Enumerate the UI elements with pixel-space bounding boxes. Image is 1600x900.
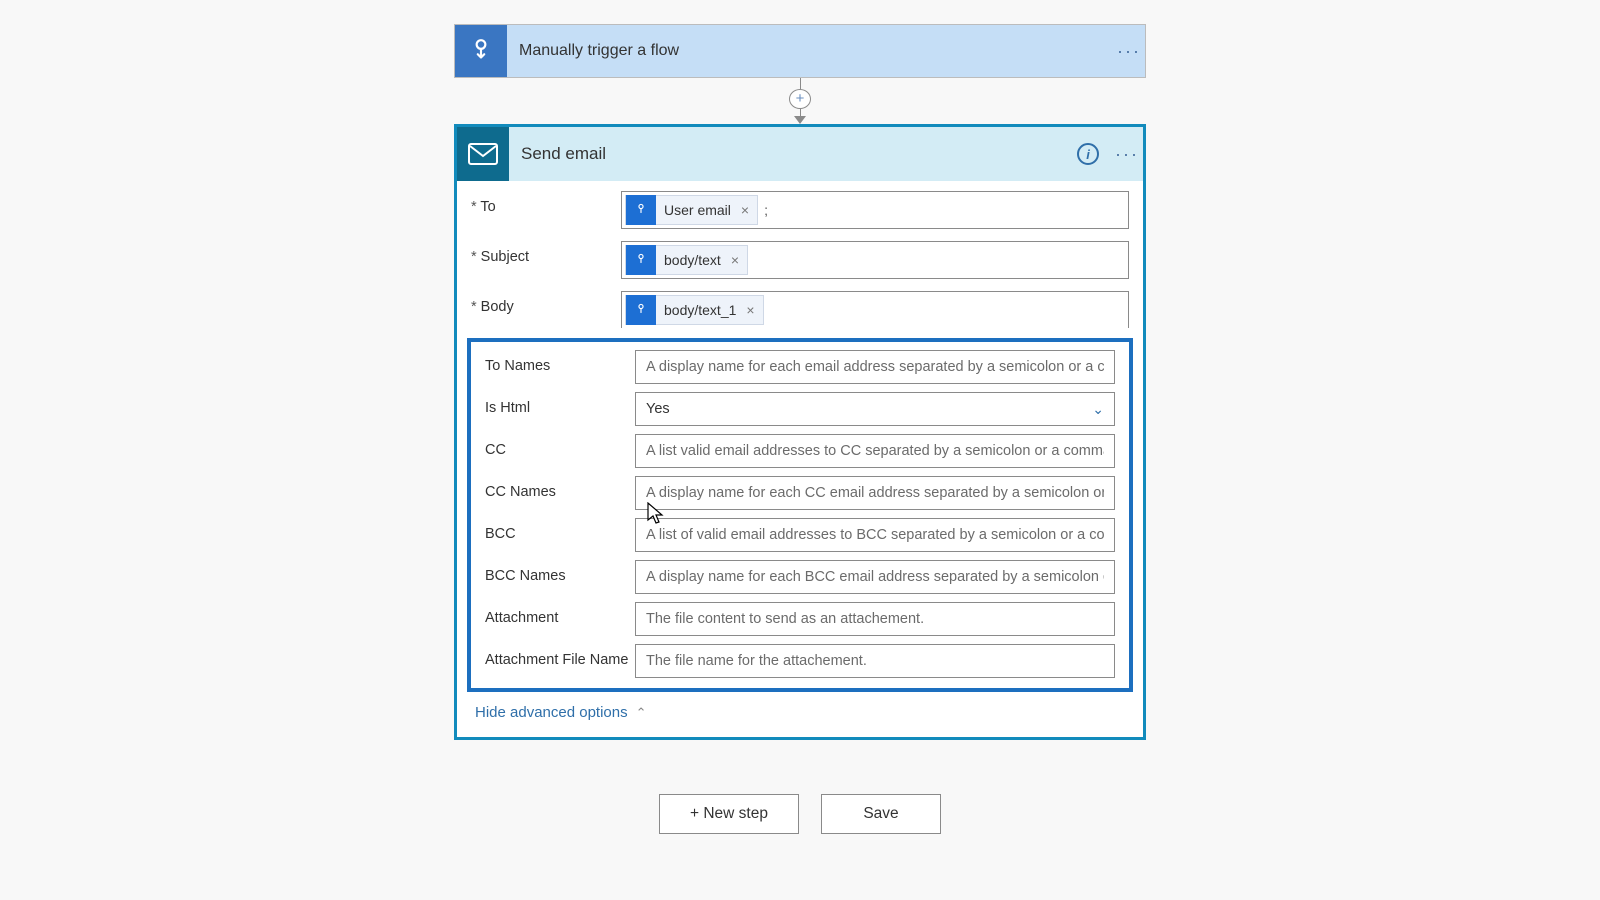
bcc-names-input[interactable]: [635, 560, 1115, 594]
cc-names-input[interactable]: [635, 476, 1115, 510]
info-icon[interactable]: i: [1077, 143, 1099, 165]
token-icon: [626, 195, 656, 225]
save-button[interactable]: Save: [821, 794, 941, 834]
connector: +: [454, 78, 1146, 124]
cc-label: CC: [485, 434, 635, 458]
attachment-file-name-input[interactable]: [635, 644, 1115, 678]
body-field[interactable]: body/text_1 ×: [621, 291, 1129, 328]
arrow-down-icon: [794, 116, 806, 124]
action-more-icon[interactable]: ···: [1115, 144, 1143, 165]
to-label: * To: [471, 191, 621, 215]
bcc-input[interactable]: [635, 518, 1115, 552]
body-label: * Body: [471, 291, 621, 315]
to-field[interactable]: User email × ;: [621, 191, 1129, 229]
new-step-button[interactable]: + New step: [659, 794, 799, 834]
attachment-file-name-label: Attachment File Name: [485, 644, 635, 668]
bcc-label: BCC: [485, 518, 635, 542]
action-card: Send email i ··· * To User email × ;: [454, 124, 1146, 740]
to-names-input[interactable]: [635, 350, 1115, 384]
trigger-card: Manually trigger a flow ···: [454, 24, 1146, 78]
to-names-label: To Names: [485, 350, 635, 374]
attachment-input[interactable]: [635, 602, 1115, 636]
token-body-text[interactable]: body/text ×: [625, 245, 748, 275]
mail-icon: [457, 127, 509, 181]
trigger-more-icon[interactable]: ···: [1117, 41, 1145, 62]
token-icon: [626, 295, 656, 325]
token-remove-icon[interactable]: ×: [727, 252, 747, 268]
hide-advanced-toggle[interactable]: Hide advanced options ⌃: [471, 698, 1129, 735]
trigger-title[interactable]: Manually trigger a flow: [507, 42, 1117, 60]
token-remove-icon[interactable]: ×: [742, 302, 762, 318]
cc-names-label: CC Names: [485, 476, 635, 500]
chevron-down-icon: ⌄: [1092, 401, 1104, 418]
trigger-manual-icon: [455, 25, 507, 77]
is-html-select[interactable]: Yes ⌄: [635, 392, 1115, 426]
is-html-label: Is Html: [485, 392, 635, 416]
bcc-names-label: BCC Names: [485, 560, 635, 584]
action-title[interactable]: Send email: [509, 144, 1077, 164]
advanced-options-panel: To Names Is Html Yes ⌄: [467, 338, 1133, 692]
token-user-email[interactable]: User email ×: [625, 195, 758, 225]
token-body-text-1[interactable]: body/text_1 ×: [625, 295, 764, 325]
subject-label: * Subject: [471, 241, 621, 265]
cc-input[interactable]: [635, 434, 1115, 468]
token-icon: [626, 245, 656, 275]
chevron-up-icon: ⌃: [636, 705, 647, 721]
subject-field[interactable]: body/text ×: [621, 241, 1129, 279]
token-remove-icon[interactable]: ×: [737, 202, 757, 218]
insert-step-button[interactable]: +: [789, 89, 811, 109]
attachment-label: Attachment: [485, 602, 635, 626]
